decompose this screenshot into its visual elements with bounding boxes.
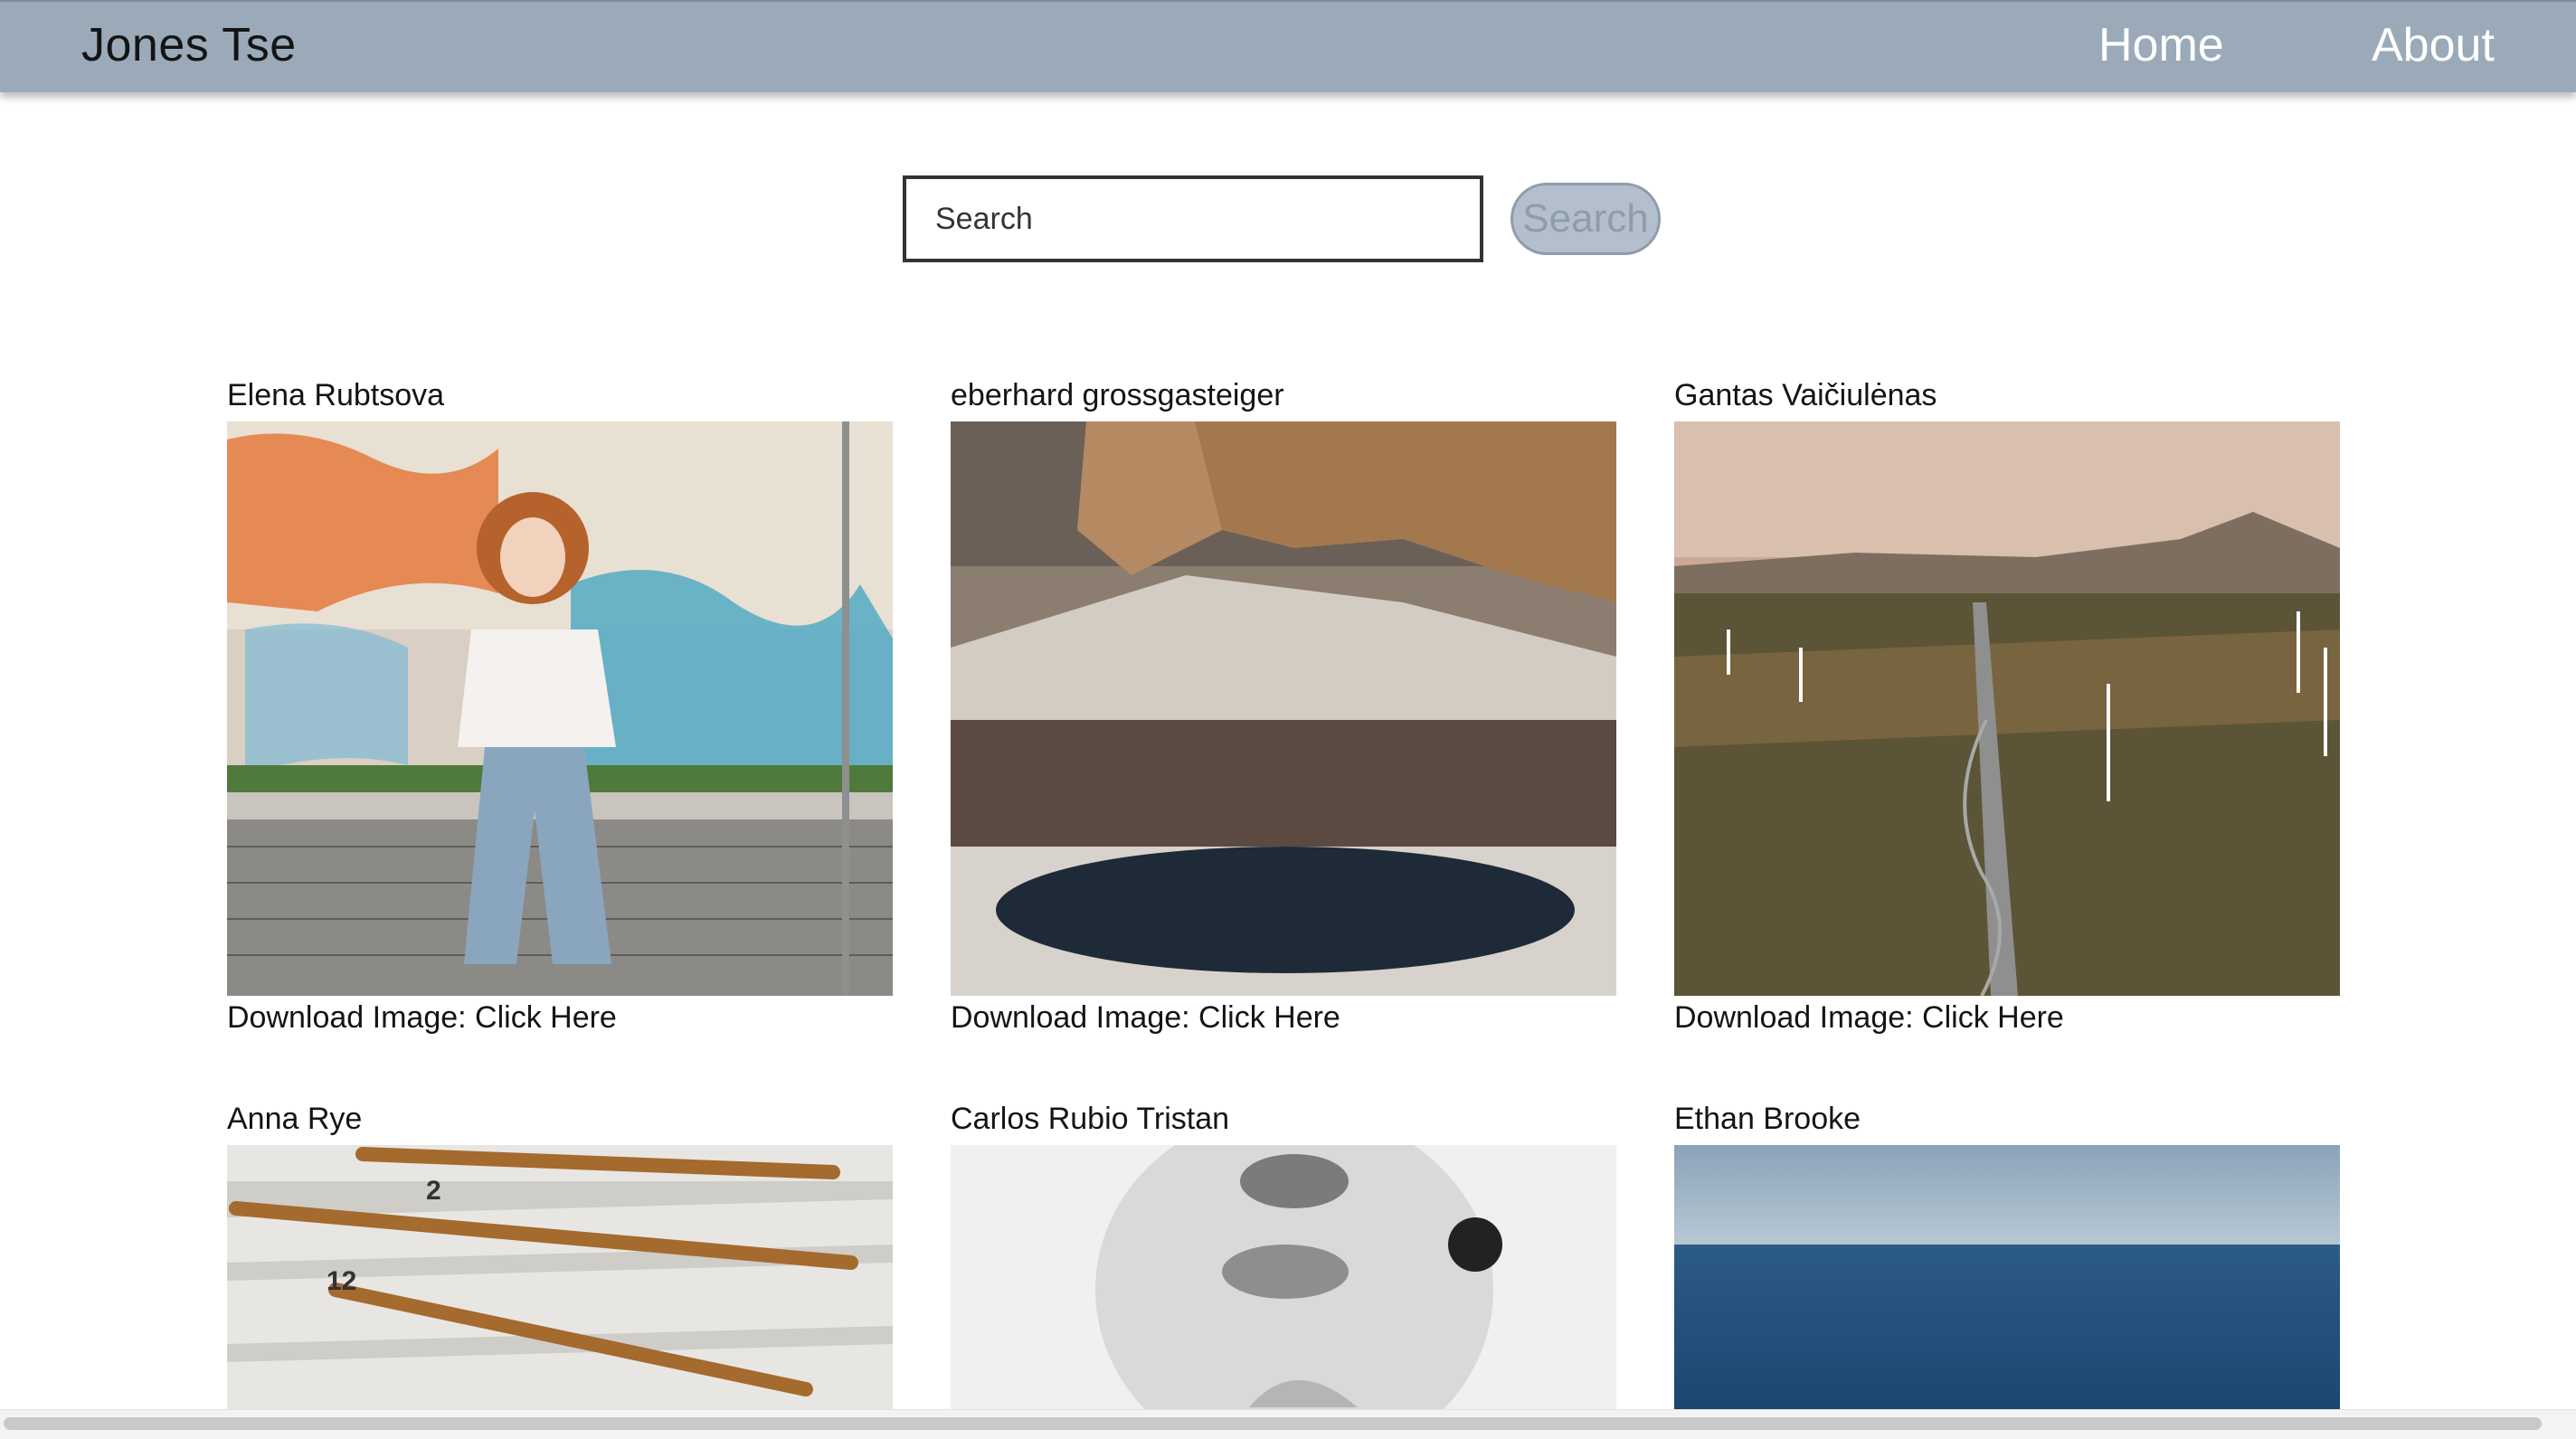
download-link[interactable]: Download Image: Click Here: [951, 1000, 1340, 1036]
photo-gantas-vaiciulenas[interactable]: [1674, 421, 2340, 996]
nav-home-link[interactable]: Home: [2098, 18, 2224, 72]
photo-eberhard-grossgasteiger[interactable]: [951, 421, 1616, 996]
download-link[interactable]: Download Image: Click Here: [1674, 1000, 2064, 1036]
svg-text:12: 12: [327, 1266, 356, 1296]
photographer-name: eberhard grossgasteiger: [951, 378, 1284, 412]
horizontal-scrollbar[interactable]: [0, 1409, 2576, 1439]
photographer-name: Carlos Rubio Tristan: [951, 1102, 1230, 1136]
photo-ethan-brooke[interactable]: [1674, 1145, 2340, 1411]
nav-about-link[interactable]: About: [2372, 18, 2495, 72]
photographer-name: Elena Rubtsova: [227, 378, 445, 412]
search-button[interactable]: Search: [1511, 183, 1661, 255]
photographer-name: Gantas Vaičiulėnas: [1674, 378, 1937, 412]
photo-anna-rye[interactable]: 2 12: [227, 1145, 893, 1411]
search-input[interactable]: [903, 175, 1483, 262]
photo-elena-rubtsova[interactable]: [227, 421, 893, 996]
svg-text:2: 2: [426, 1176, 441, 1206]
photographer-name: Anna Rye: [227, 1102, 363, 1136]
photographer-name: Ethan Brooke: [1674, 1102, 1861, 1136]
site-brand[interactable]: Jones Tse: [81, 18, 297, 72]
top-navbar: Jones Tse Home About: [0, 0, 2576, 92]
scrollbar-thumb[interactable]: [4, 1417, 2542, 1430]
download-link[interactable]: Download Image: Click Here: [227, 1000, 617, 1036]
photo-carlos-rubio-tristan[interactable]: [951, 1145, 1616, 1411]
